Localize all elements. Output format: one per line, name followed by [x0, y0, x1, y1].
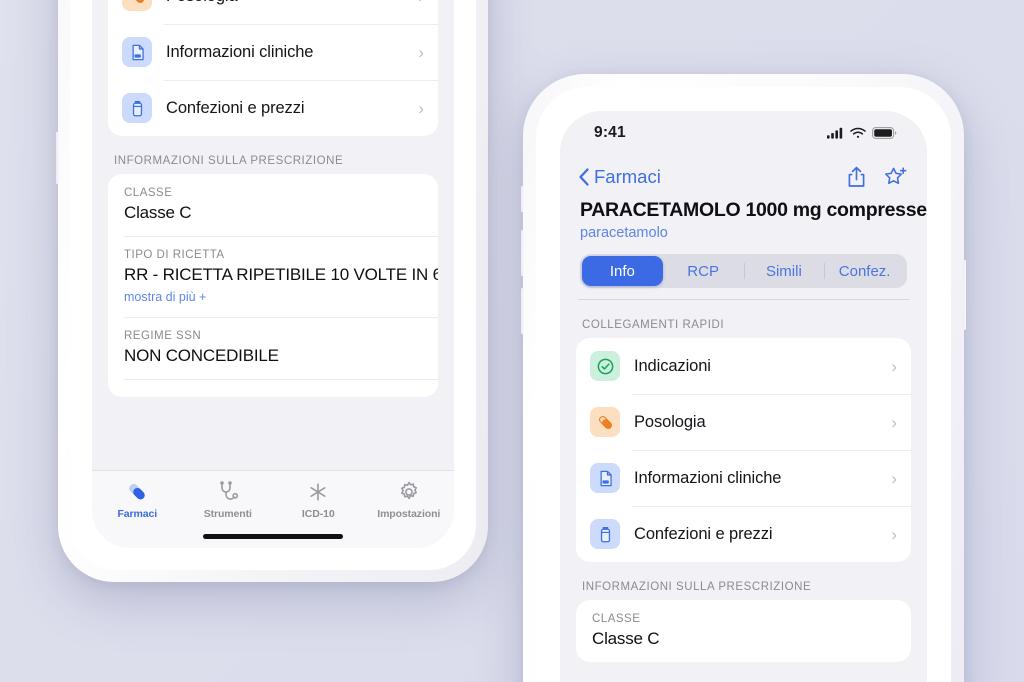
link-label: Confezioni e prezzi [634, 524, 773, 543]
right-prescription-card: CLASSE Classe C [576, 600, 911, 662]
left-prescription-card: CLASSE Classe C TIPO DI RICETTA RR - RIC… [108, 174, 438, 397]
tab-label: Impostazioni [377, 508, 441, 520]
link-row-indicazioni[interactable]: Indicazioni › [576, 338, 911, 394]
document-spc-icon [590, 463, 620, 493]
phone-left-device: Indicazioni › [56, 0, 488, 582]
segment-rcp[interactable]: RCP [663, 256, 744, 286]
nav-actions [846, 165, 909, 189]
back-button[interactable]: Farmaci [578, 166, 661, 188]
info-key: CLASSE [592, 613, 641, 625]
check-circle-icon [590, 351, 620, 381]
left-phone-screen: Indicazioni › [92, 0, 454, 548]
tab-label: Strumenti [203, 508, 252, 520]
right-phone-bezel: 9:41 Farmaci PARACETAMOLO 1000 mg compre… [536, 87, 951, 682]
link-row-confezioni-e-prezzi[interactable]: Confezioni e prezzi › [576, 506, 911, 562]
right-phone-screen: 9:41 Farmaci PARACETAMOLO 1000 mg compre… [560, 111, 927, 682]
back-button-label: Farmaci [594, 166, 661, 187]
right-prescription-section-label: INFORMAZIONI SULLA PRESCRIZIONE [582, 581, 812, 593]
nav-bar: Farmaci PARACETAMOLO 1000 mg compresse p… [560, 155, 927, 300]
right-quick-links-card: Indicazioni › Posologia › Informazioni c… [576, 338, 911, 562]
status-bar-clock: 9:41 [594, 124, 626, 141]
chevron-right-icon: › [418, 42, 424, 62]
info-row-tipo-di-ricetta: TIPO DI RICETTA RR - RICETTA RIPETIBILE … [108, 236, 438, 317]
info-value: Classe C [124, 203, 192, 222]
info-row-regime-ssn: REGIME SSN NON CONCEDIBILE [108, 317, 438, 379]
info-row-classe: CLASSE Classe C [576, 600, 911, 662]
chevron-left-icon [579, 168, 589, 186]
link-label: Posologia [634, 412, 706, 431]
drug-subtitle[interactable]: paracetamolo [578, 225, 909, 241]
segmented-control: Info RCP Simili Confez. [580, 254, 907, 288]
info-key: TIPO DI RICETTA [124, 249, 225, 261]
tab-label: Farmaci [117, 508, 158, 520]
battery-icon [872, 127, 897, 139]
stethoscope-icon [219, 481, 238, 500]
cellular-signal-icon [827, 127, 843, 139]
drug-title: PARACETAMOLO 1000 mg compresse [580, 199, 927, 221]
link-row-confezioni-e-prezzi[interactable]: Confezioni e prezzi › [108, 80, 438, 136]
medicine-bottle-icon [122, 93, 152, 123]
info-key: CLASSE [124, 187, 173, 199]
share-icon[interactable] [846, 165, 867, 189]
tab-icd-10[interactable]: ICD-10 [273, 480, 364, 520]
segment-info[interactable]: Info [582, 256, 663, 286]
tab-label: ICD-10 [301, 508, 335, 520]
tab-impostazioni[interactable]: Impostazioni [364, 480, 455, 520]
chevron-right-icon: › [891, 524, 897, 544]
capsule-icon [590, 407, 620, 437]
segment-confez[interactable]: Confez. [824, 256, 905, 286]
capsule-icon [129, 484, 145, 500]
right-phone-mute-switch [521, 186, 524, 212]
left-tab-bar: Farmaci Strumenti ICD-10 Impostazioni [92, 470, 454, 548]
info-row-partial [108, 379, 438, 397]
link-row-posologia[interactable]: Posologia › [576, 394, 911, 450]
info-key: REGIME SSN [124, 330, 202, 342]
info-value: NON CONCEDIBILE [124, 346, 279, 365]
right-phone-power-button [963, 260, 966, 330]
right-phone-volume-up-button [521, 230, 524, 276]
left-phone-bezel: Indicazioni › [70, 0, 476, 570]
document-spc-icon [122, 37, 152, 67]
info-row-classe: CLASSE Classe C [108, 174, 438, 236]
info-value: RR - RICETTA RIPETIBILE 10 VOLTE IN 6... [124, 265, 438, 284]
right-phone-volume-down-button [521, 288, 524, 334]
show-more-link[interactable]: mostra di più + [124, 290, 422, 304]
star-plus-icon[interactable] [883, 165, 909, 189]
quick-links-section-label: COLLEGAMENTI RAPIDI [582, 319, 725, 331]
info-value: Classe C [592, 629, 660, 648]
phone-right-device: 9:41 Farmaci PARACETAMOLO 1000 mg compre… [521, 74, 966, 682]
left-quick-links-card: Indicazioni › [108, 0, 438, 136]
status-bar: 9:41 [560, 111, 927, 155]
home-indicator [203, 534, 343, 539]
medicine-bottle-icon [590, 519, 620, 549]
link-row-posologia[interactable]: Posologia › [108, 0, 438, 24]
tab-strumenti[interactable]: Strumenti [183, 480, 274, 520]
link-label: Informazioni cliniche [166, 42, 314, 61]
chevron-right-icon: › [418, 98, 424, 118]
link-label: Posologia [166, 0, 404, 6]
left-prescription-section-label: INFORMAZIONI SULLA PRESCRIZIONE [114, 155, 344, 167]
chevron-right-icon: › [418, 0, 424, 5]
link-label: Indicazioni [634, 356, 711, 375]
segment-simili[interactable]: Simili [743, 256, 825, 286]
asterisk-icon [310, 483, 326, 501]
gear-icon [400, 481, 417, 500]
link-row-informazioni-cliniche[interactable]: Informazioni cliniche › [576, 450, 911, 506]
capsule-icon [122, 0, 152, 11]
link-label: Confezioni e prezzi [166, 98, 305, 117]
left-phone-volume-button [56, 132, 59, 184]
link-label: Informazioni cliniche [634, 468, 782, 487]
chevron-right-icon: › [891, 412, 897, 432]
tab-farmaci[interactable]: Farmaci [92, 480, 183, 520]
right-content: COLLEGAMENTI RAPIDI Indicazioni › Posolo… [560, 300, 927, 662]
wifi-icon [850, 127, 866, 138]
status-bar-icons [827, 127, 897, 139]
left-quick-links-content: Indicazioni › [92, 0, 454, 397]
chevron-right-icon: › [891, 356, 897, 376]
link-row-informazioni-cliniche[interactable]: Informazioni cliniche › [108, 24, 438, 80]
nav-row: Farmaci [578, 161, 909, 193]
chevron-right-icon: › [891, 468, 897, 488]
